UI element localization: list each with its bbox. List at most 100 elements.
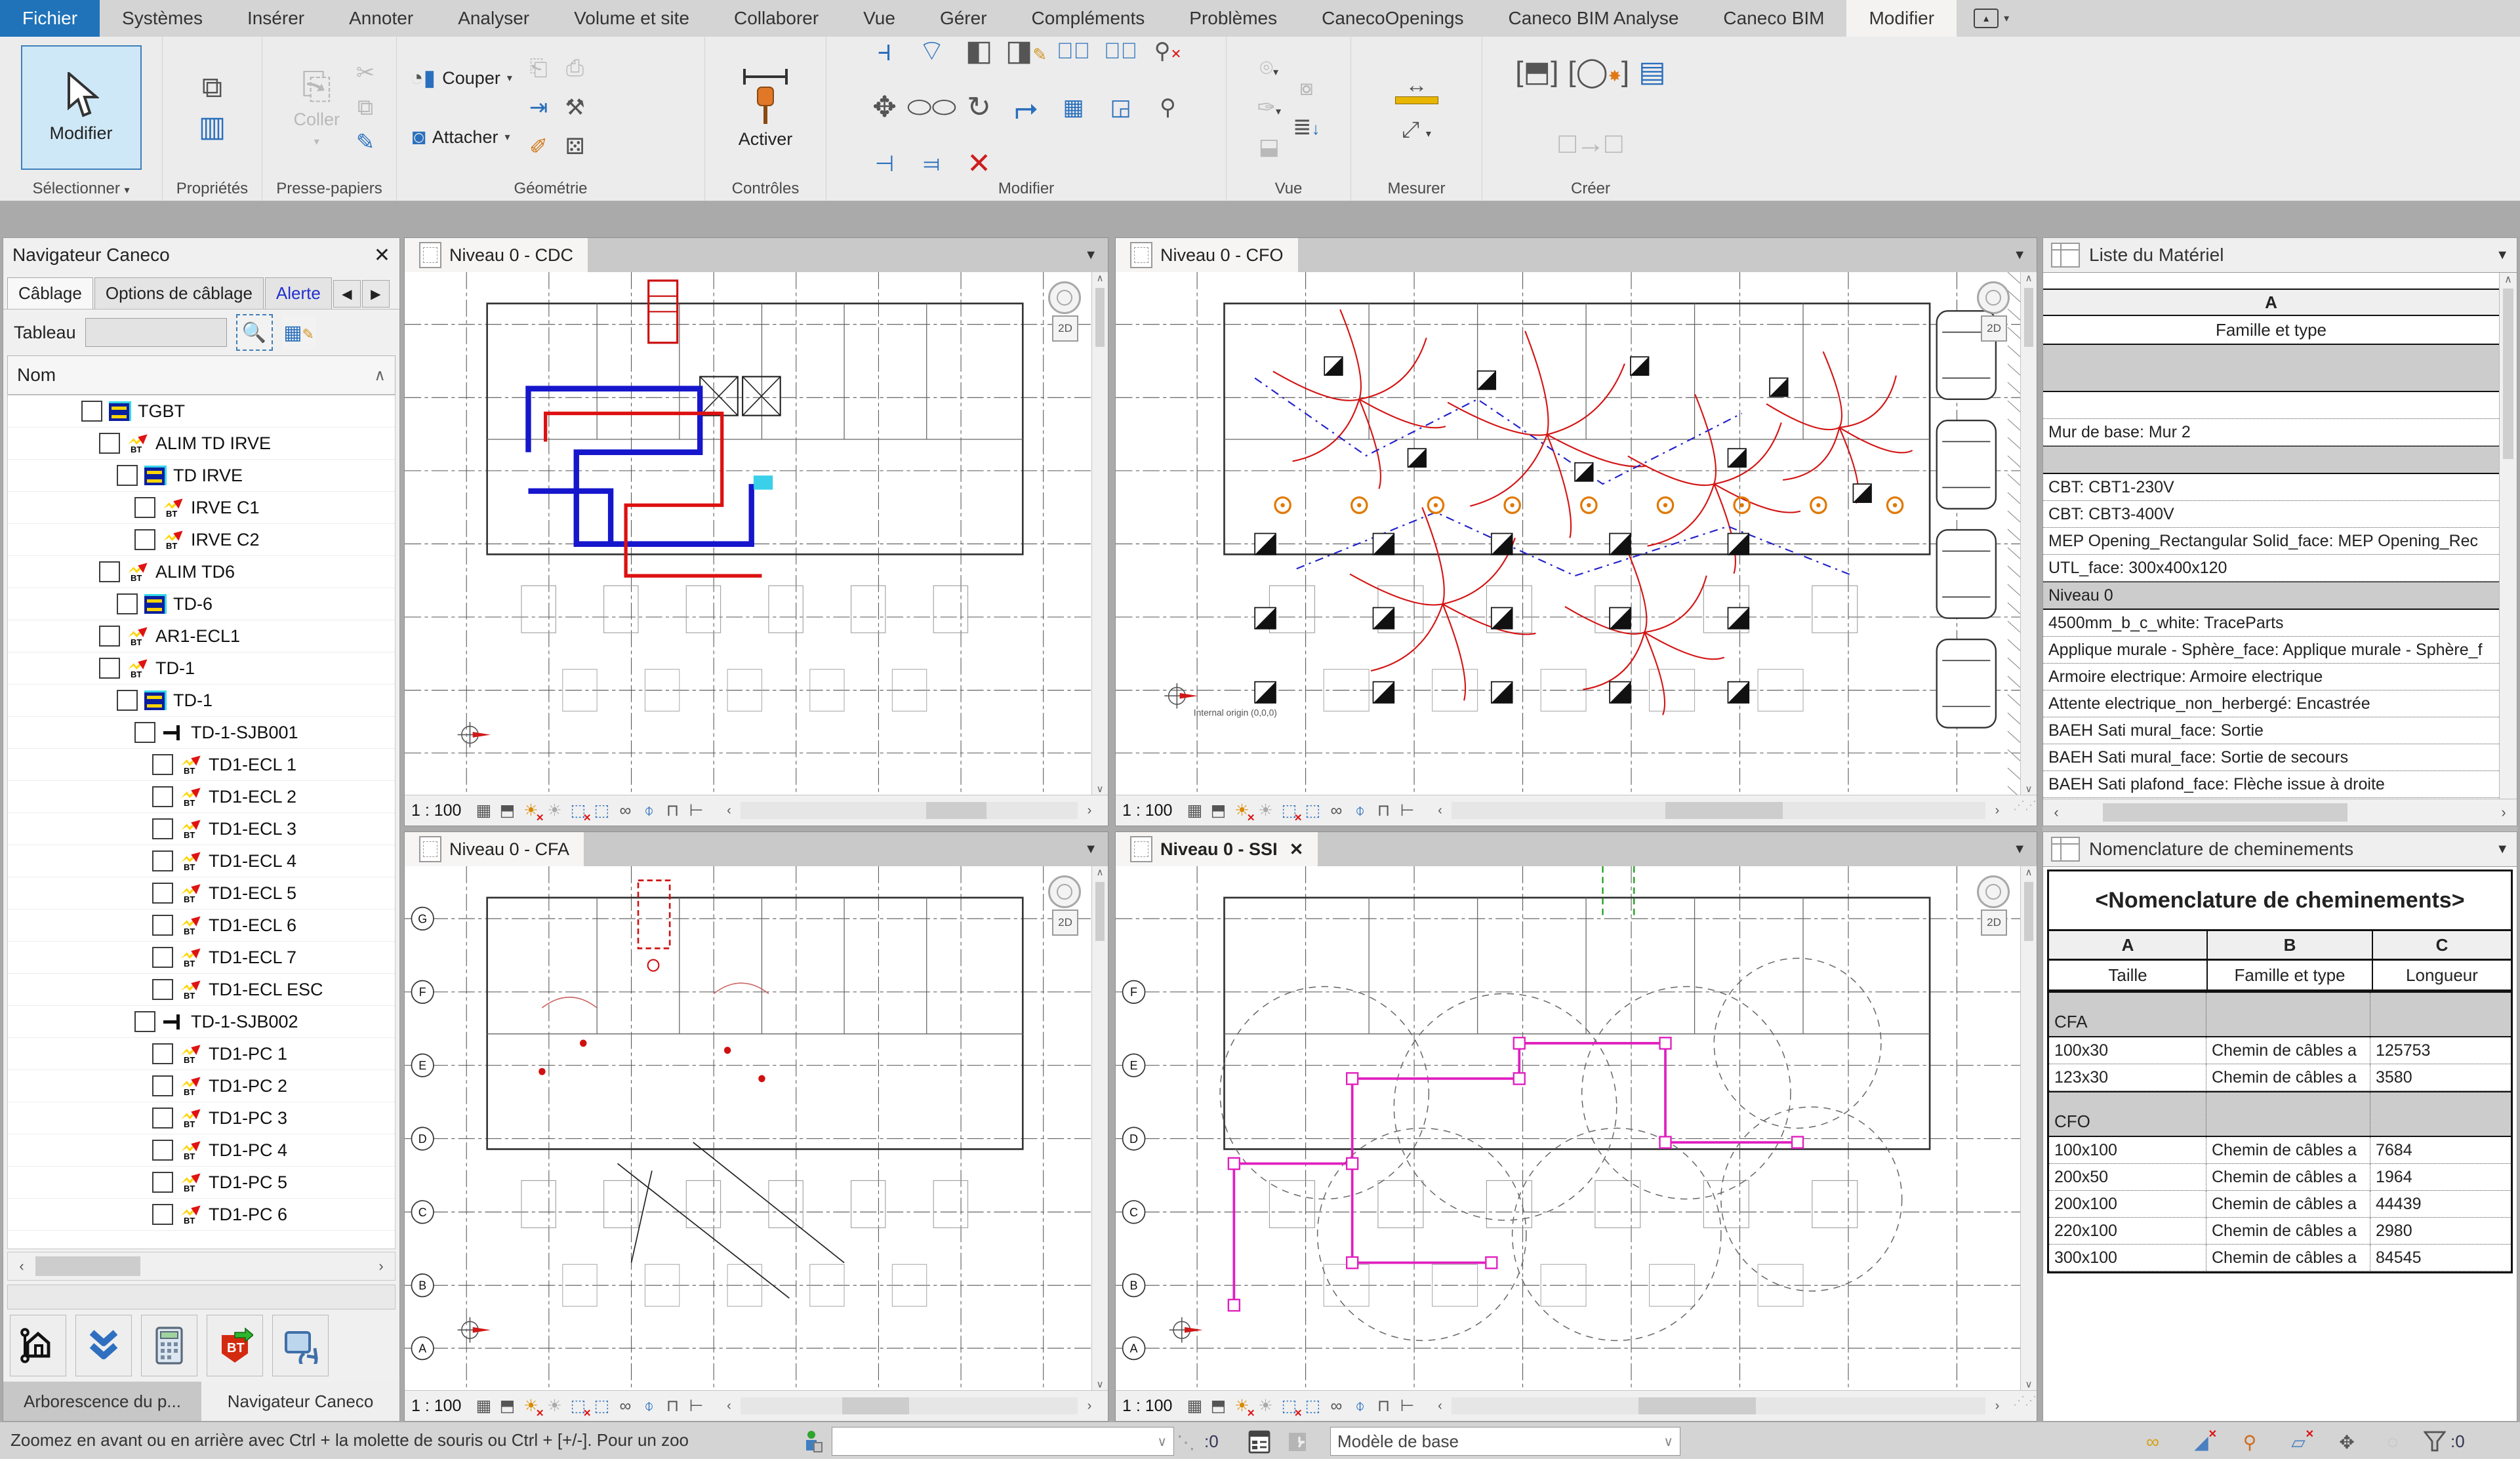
measure-between-refs-icon[interactable]: ↔ [1395,74,1438,104]
schedule-section-row[interactable] [2043,446,2499,474]
2d-navigation-icon[interactable]: 2D [1052,315,1078,342]
tree-item-irve-c1[interactable]: IRVE C1 [8,492,395,524]
trim-extend-single-icon[interactable]: ⊣ [875,153,895,175]
viewport-cfo-tab[interactable]: Niveau 0 - CFO [1116,238,1298,272]
ribbon-collapse-icon[interactable]: ▴ [1974,9,1999,28]
view-tab-menu-icon[interactable]: ▼ [1074,238,1108,272]
panel-menu-icon[interactable]: ▼ [2496,248,2509,263]
reveal-constraints-icon[interactable]: ⊢ [1395,799,1419,822]
split-element-icon[interactable]: ⊟⃦ [1057,40,1090,62]
scale-icon[interactable]: ◲ [1110,96,1131,119]
show-crop-region-icon[interactable]: ⬚ [590,799,613,822]
hide-elements-icon[interactable]: ⌾▾ [1260,57,1278,79]
material-list-hscrollbar[interactable]: ‹› [2043,799,2517,826]
cut-geometry-button[interactable]: ◔▮ Couper▾ [410,67,512,89]
rotate-icon[interactable]: ↻ [967,93,991,122]
copy-icon[interactable]: ⧉ [357,96,373,119]
column-letter-a[interactable]: A [2049,931,2208,959]
reveal-constraints-icon[interactable]: ⊢ [684,1394,708,1418]
schedule-group-cfa[interactable]: CFA [2049,991,2511,1037]
visual-style-icon[interactable]: ▦ [1183,1394,1206,1418]
column-letter-b[interactable]: B [2208,931,2373,959]
checkbox[interactable] [152,979,173,1000]
split-with-gap-icon[interactable]: ⊞⃦ [1104,40,1137,62]
paste-button[interactable]: ⎘ Coller ▾ [284,47,350,169]
schedule-row[interactable]: CBT: CBT1-230V [2043,474,2499,501]
checkbox[interactable] [99,561,120,582]
view-scale[interactable]: 1 : 100 [411,1397,461,1416]
viewport-ssi-hscrollbar[interactable]: ‹› [1428,1395,2009,1416]
search-button[interactable]: 🔍 [236,314,273,351]
reveal-constraints-icon[interactable]: ⊢ [1395,1394,1419,1418]
sun-path-icon[interactable]: ☀✕ [519,1394,542,1418]
temporary-hide-isolate-icon[interactable]: ⌽ [1348,799,1372,822]
viewport-cfa-tab[interactable]: Niveau 0 - CFA [405,832,584,866]
paint-icon[interactable]: ✐ [529,136,548,158]
crop-view-icon[interactable]: ⬚✕ [1277,799,1301,822]
show-crop-region-icon[interactable]: ⬚ [590,1394,613,1418]
detail-level-icon[interactable]: ⬒ [495,1394,519,1418]
reveal-hidden-elements-icon[interactable]: ∞ [1324,1394,1348,1418]
ribbon-tab-systèmes[interactable]: Systèmes [100,0,225,37]
tree-item-td1-ecl-esc[interactable]: TD1-ECL ESC [8,974,395,1006]
checkbox[interactable] [99,658,120,679]
tree-item-td-1-sjb001[interactable]: TD-1-SJB001 [8,717,395,749]
view-scale[interactable]: 1 : 100 [1122,801,1172,820]
ribbon-tab-fichier[interactable]: Fichier [0,0,100,37]
viewport-cdc-hscrollbar[interactable]: ‹› [717,800,1101,821]
tree-item-td1-ecl-4[interactable]: TD1-ECL 4 [8,845,395,877]
mirror-draw-axis-icon[interactable]: ◨✎ [1006,37,1047,66]
show-crop-region-icon[interactable]: ⬚ [1301,799,1324,822]
checkbox[interactable] [117,690,138,711]
create-similar-icon[interactable]: [◯✸] [1568,58,1629,87]
shadows-icon[interactable]: ☀ [1253,1394,1277,1418]
unpin-icon[interactable]: ⚲✕ [1154,40,1182,62]
schedule-row[interactable]: CBT: CBT3-400V [2043,501,2499,528]
demolish-icon[interactable]: ⚒ [565,96,584,119]
cope-icon[interactable]: ⎗ [530,57,548,79]
ribbon-tab-modifier[interactable]: Modifier [1846,0,1957,37]
schedule-row[interactable]: Armoire electrique: Armoire electrique [2043,664,2499,690]
tree-horizontal-scrollbar[interactable]: ‹ › [7,1252,396,1281]
cut-profile-icon[interactable]: ≣↓ [1293,116,1320,138]
ribbon-tab-analyser[interactable]: Analyser [436,0,552,37]
header-famille-et-type[interactable]: Famille et type [2208,961,2373,989]
select-by-face-icon[interactable]: ▱✕ [2285,1429,2311,1455]
export-bt-button[interactable]: BT [207,1315,263,1376]
sun-path-icon[interactable]: ☀✕ [519,799,542,822]
header-longueur[interactable]: Longueur [2373,961,2511,989]
schedule-row[interactable]: BAEH Sati plafond_face: Flèche issue à g… [2043,798,2499,799]
schedule-row[interactable]: 100x30Chemin de câbles a125753 [2049,1037,2511,1064]
schedule-row[interactable]: MEP Opening_Rectangular Solid_face: MEP … [2043,528,2499,555]
checkbox[interactable] [99,626,120,647]
viewport-cfa-canvas[interactable]: GFEDCBA 2D [405,866,1091,1390]
steering-wheel-icon[interactable] [1977,281,2010,314]
tree-item-td-irve[interactable]: TD IRVE [8,460,395,492]
material-list-vscrollbar[interactable]: ∧ [2499,273,2517,799]
crop-view-icon[interactable]: ⬚✕ [566,799,590,822]
visual-style-icon[interactable]: ▦ [1183,799,1206,822]
schedule-section-row[interactable]: Niveau 0 [2043,582,2499,610]
locked-3d-view-icon[interactable]: ⊓ [1372,1394,1395,1418]
temporary-hide-isolate-icon[interactable]: ⌽ [637,799,660,822]
delete-icon[interactable]: ✕ [967,150,991,178]
create-group-icon[interactable]: [⬒] [1515,58,1558,87]
tab-scroll-left-icon[interactable]: ◀ [333,280,361,308]
tree-item-tgbt[interactable]: TGBT [8,395,395,428]
viewport-cfa-hscrollbar[interactable]: ‹› [717,1395,1101,1416]
view-scale[interactable]: 1 : 100 [1122,1397,1172,1416]
reveal-hidden-elements-icon[interactable]: ∞ [613,799,637,822]
worksets-list-icon[interactable] [1246,1429,1272,1455]
mirror-pick-axis-icon[interactable]: ◧ [965,37,993,66]
tree-item-td1-pc-6[interactable]: TD1-PC 6 [8,1199,395,1231]
viewport-cfo-canvas[interactable]: Internal origin (0,0,0) 2D [1116,272,2020,795]
checkbox[interactable] [152,1075,173,1096]
checkbox[interactable] [134,1011,155,1032]
select-links-icon[interactable]: ∞ [2140,1429,2166,1455]
unjoin-icon[interactable]: ⚄ [565,136,585,158]
viewport-cfo-vscrollbar[interactable]: ∧∨ [2020,272,2037,795]
viewport-ssi-canvas[interactable]: FEDCBA 2D [1116,866,2020,1390]
column-letter[interactable]: A [2043,290,2499,316]
activate-button[interactable]: Activer [739,129,793,150]
drag-on-selection-icon[interactable]: ✥ [2334,1429,2360,1455]
